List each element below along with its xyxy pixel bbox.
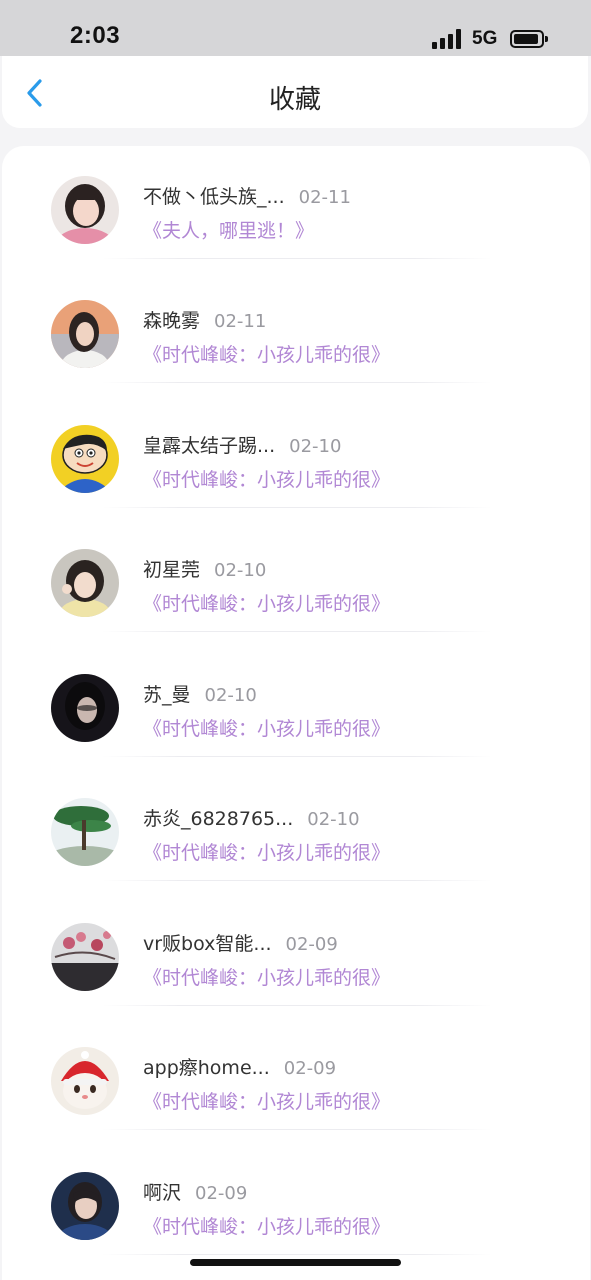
book-title[interactable]: 《时代峰峻：小孩儿乖的很》 [143, 340, 390, 367]
avatar[interactable] [51, 923, 119, 991]
divider [102, 258, 492, 259]
avatar[interactable] [51, 1172, 119, 1240]
signal-strength-icon [432, 29, 464, 49]
post-date: 02-09 [285, 934, 338, 955]
user-name: 不做丶低头族_... [143, 186, 285, 208]
list-item[interactable]: 苏_曼 02-10 《时代峰峻：小孩儿乖的很》 [2, 644, 590, 768]
divider [102, 880, 492, 881]
list-item[interactable]: 赤炎_6828765... 02-10 《时代峰峻：小孩儿乖的很》 [2, 768, 590, 892]
list-item[interactable]: app瘵home... 02-09 《时代峰峻：小孩儿乖的很》 [2, 1017, 590, 1141]
user-name: 苏_曼 [143, 684, 191, 706]
avatar[interactable] [51, 798, 119, 866]
avatar[interactable] [51, 549, 119, 617]
post-date: 02-11 [214, 311, 267, 332]
book-title[interactable]: 《夫人，哪里逃！》 [143, 216, 314, 243]
user-name: 森晚雾 [143, 310, 201, 332]
page-title: 收藏 [268, 85, 321, 115]
book-title[interactable]: 《时代峰峻：小孩儿乖的很》 [143, 963, 390, 990]
avatar[interactable] [51, 300, 119, 368]
book-title[interactable]: 《时代峰峻：小孩儿乖的很》 [143, 714, 390, 741]
status-time: 2:03 [70, 22, 121, 49]
user-name: app瘵home... [143, 1057, 270, 1079]
list-item[interactable]: 啊沢 02-09 《时代峰峻：小孩儿乖的很》 [2, 1142, 590, 1266]
divider [102, 756, 492, 757]
user-name: 啊沢 [143, 1182, 182, 1204]
avatar[interactable] [51, 674, 119, 742]
user-name: 皇霹太结子踢... [143, 435, 276, 457]
list-item[interactable]: 皇霹太结子踢... 02-10 《时代峰峻：小孩儿乖的很》 [2, 395, 590, 519]
book-title[interactable]: 《时代峰峻：小孩儿乖的很》 [143, 1212, 390, 1239]
user-name: 赤炎_6828765... [143, 808, 294, 830]
post-date: 02-09 [195, 1183, 248, 1204]
list-item[interactable]: 森晚雾 02-11 《时代峰峻：小孩儿乖的很》 [2, 270, 590, 394]
user-name: 初星莞 [143, 559, 201, 581]
divider [102, 507, 492, 508]
list-item[interactable]: vr贩box智能... 02-09 《时代峰峻：小孩儿乖的很》 [2, 893, 590, 1017]
divider [102, 631, 492, 632]
nav-bar: 收藏 [2, 56, 588, 128]
battery-icon [510, 30, 548, 48]
network-type: 5G [472, 28, 498, 49]
avatar[interactable] [51, 425, 119, 493]
post-date: 02-10 [214, 560, 267, 581]
book-title[interactable]: 《时代峰峻：小孩儿乖的很》 [143, 1087, 390, 1114]
post-date: 02-09 [283, 1058, 337, 1079]
book-title[interactable]: 《时代峰峻：小孩儿乖的很》 [143, 838, 390, 865]
divider [102, 1254, 492, 1255]
home-indicator[interactable] [190, 1259, 401, 1266]
avatar[interactable] [51, 176, 119, 244]
post-date: 02-10 [289, 436, 342, 457]
book-title[interactable]: 《时代峰峻：小孩儿乖的很》 [143, 589, 390, 616]
book-title[interactable]: 《时代峰峻：小孩儿乖的很》 [143, 465, 390, 492]
divider [102, 1005, 492, 1006]
favorites-list: 不做丶低头族_... 02-11 《夫人，哪里逃！》 森晚雾 02-11 《时代峰峻… [2, 146, 590, 1280]
post-date: 02-10 [204, 685, 257, 706]
post-date: 02-11 [298, 187, 351, 208]
divider [102, 1129, 492, 1130]
list-item[interactable]: 初星莞 02-10 《时代峰峻：小孩儿乖的很》 [2, 519, 590, 643]
avatar[interactable] [51, 1047, 119, 1115]
user-name: vr贩box智能... [143, 933, 272, 955]
post-date: 02-10 [307, 809, 360, 830]
list-item[interactable]: 不做丶低头族_... 02-11 《夫人，哪里逃！》 [2, 146, 590, 270]
status-bar: 2:03 5G [0, 0, 591, 56]
divider [102, 382, 492, 383]
